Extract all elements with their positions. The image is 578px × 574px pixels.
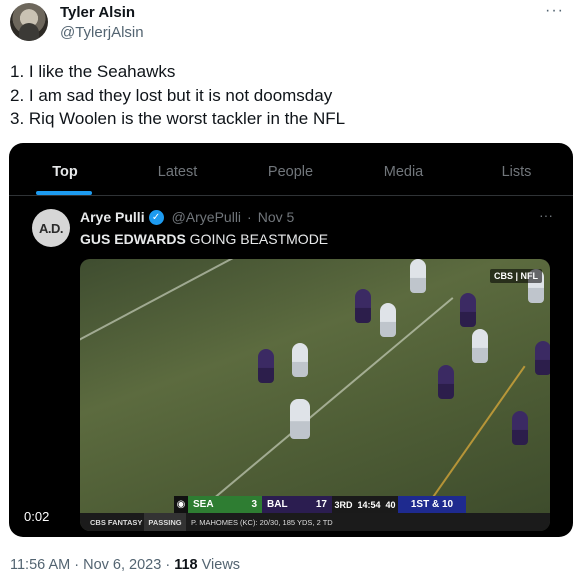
- player: [258, 349, 274, 383]
- tweet-line: 2. I am sad they lost but it is not doom…: [10, 85, 333, 105]
- verified-badge-icon: ✓: [148, 209, 164, 225]
- search-tabs: Top Latest People Media Lists: [9, 143, 573, 196]
- inner-author-handle[interactable]: @AryePulli: [172, 209, 241, 225]
- tweet-line: 3. Riq Woolen is the worst tackler in th…: [10, 109, 346, 128]
- more-options-icon[interactable]: ···: [545, 2, 564, 20]
- tweet-time[interactable]: 11:56 AM: [10, 557, 70, 573]
- player: [410, 259, 426, 293]
- inner-date[interactable]: Nov 5: [258, 209, 295, 225]
- cbs-eye-icon: ◉: [174, 496, 188, 513]
- network-logo: CBS | NFL: [489, 269, 542, 283]
- tab-lists[interactable]: Lists: [460, 143, 573, 195]
- ticker-stats: P. MAHOMES (KC): 20/30, 185 YDS, 2 TD: [191, 517, 333, 527]
- inner-author-avatar[interactable]: A.D.: [32, 209, 70, 247]
- game-clock: 3RD 14:54 40: [332, 496, 398, 513]
- player: [472, 329, 488, 363]
- ticker-label: PASSING: [144, 513, 186, 531]
- player: [512, 411, 528, 445]
- player: [290, 399, 310, 439]
- author-avatar[interactable]: [10, 3, 48, 41]
- away-team-score: BAL 17: [262, 496, 332, 513]
- inner-more-options-icon[interactable]: ···: [539, 207, 553, 223]
- player: [380, 303, 396, 337]
- active-tab-indicator: [36, 191, 92, 195]
- player: [292, 343, 308, 377]
- inner-author-name[interactable]: Arye Pulli: [80, 209, 145, 225]
- tweet: Tyler Alsin @TylerjAlsin ··· 1. I like t…: [0, 0, 578, 574]
- tweet-text: 1. I like the Seahawks 2. I am sad they …: [10, 60, 345, 131]
- tab-media[interactable]: Media: [347, 143, 460, 195]
- stat-ticker: CBS FANTASY PASSING P. MAHOMES (KC): 20/…: [80, 513, 550, 531]
- attached-media[interactable]: Top Latest People Media Lists A.D. Arye …: [9, 143, 573, 537]
- author-name[interactable]: Tyler Alsin: [60, 4, 135, 21]
- scorebug: ◉ SEA 3 BAL 17 3RD 14:54 40 1ST & 10: [80, 496, 550, 513]
- tab-people[interactable]: People: [234, 143, 347, 195]
- home-team-score: SEA 3: [188, 496, 262, 513]
- player: [535, 341, 550, 375]
- inner-author-header: Arye Pulli ✓ @AryePulli · Nov 5: [80, 209, 294, 225]
- views-label: Views: [201, 557, 241, 573]
- player: [355, 289, 371, 323]
- tweet-line: 1. I like the Seahawks: [10, 62, 176, 81]
- inner-tweet-text: GUS EDWARDS GOING BEASTMODE: [80, 231, 329, 247]
- author-handle[interactable]: @TylerjAlsin: [60, 24, 144, 41]
- tweet-date[interactable]: Nov 6, 2023: [83, 557, 161, 573]
- ticker-brand: CBS FANTASY: [90, 517, 143, 527]
- player: [438, 365, 454, 399]
- football-video[interactable]: CBS | NFL ◉ SEA 3 BAL 17 3RD 14:54 40 1ST & …: [80, 259, 550, 531]
- video-timer: 0:02: [24, 509, 50, 524]
- views-count: 118: [174, 557, 198, 573]
- yard-line: [80, 259, 291, 351]
- yard-line: [199, 297, 454, 511]
- tab-latest[interactable]: Latest: [121, 143, 234, 195]
- tweet-footer: 11:56 AM · Nov 6, 2023 · 118 Views: [10, 557, 241, 573]
- player: [460, 293, 476, 327]
- tab-top[interactable]: Top: [9, 143, 121, 195]
- inner-separator: ·: [247, 209, 252, 225]
- down-distance: 1ST & 10: [398, 496, 466, 513]
